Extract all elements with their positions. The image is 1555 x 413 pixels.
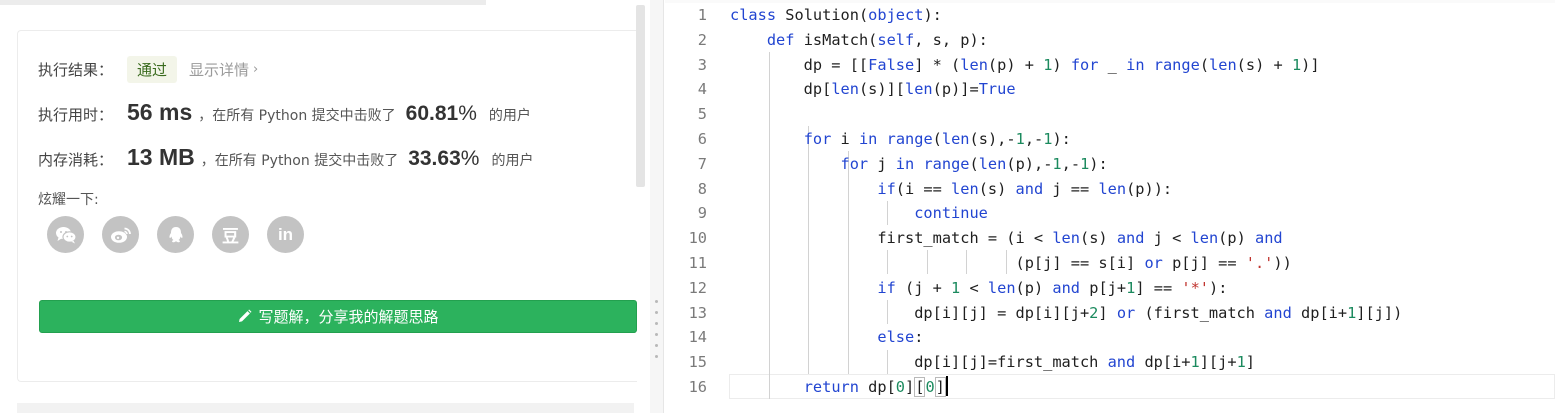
result-row: 执行结果： 通过 显示详情 › [38, 55, 258, 83]
grip-dot [655, 355, 658, 358]
code-line[interactable]: 1 class Solution(object): [665, 3, 1555, 28]
code-text[interactable]: dp[len(s)][len(p)]=True [730, 77, 1016, 102]
line-number: 2 [697, 30, 707, 49]
line-number: 14 [688, 328, 707, 347]
runtime-label: 执行用时： [38, 106, 114, 124]
share-label: 炫耀一下: [38, 192, 99, 208]
grip-dot [655, 300, 658, 303]
linkedin-icon: in [277, 224, 294, 244]
line-number: 10 [688, 229, 707, 248]
memory-middle-text: ，在所有 Python 提交中击败了 [200, 153, 399, 169]
result-label: 执行结果： [38, 60, 114, 79]
runtime-suffix: 的用户 [488, 108, 531, 124]
line-number: 9 [697, 204, 707, 223]
qq-icon [166, 225, 186, 245]
code-line[interactable]: 15 dp[i][j]=first_match and dp[i+1][j+1] [665, 350, 1555, 375]
code-line[interactable]: 4 dp[len(s)][len(p)]=True [665, 77, 1555, 102]
memory-value: 13 MB [127, 144, 195, 170]
memory-percentile: 33.63% [408, 147, 479, 171]
wechat-icon [55, 226, 77, 244]
runtime-percent-number: 60.81 [405, 102, 459, 125]
qq-share-button[interactable] [157, 216, 194, 253]
code-text[interactable]: def isMatch(self, s, p): [730, 28, 988, 53]
grip-dot [655, 344, 658, 347]
code-line[interactable]: 9 continue [665, 201, 1555, 226]
line-number: 7 [697, 154, 707, 173]
memory-percent-number: 33.63 [408, 147, 461, 170]
code-text[interactable]: dp = [[False] * (len(p) + 1) for _ in ra… [730, 53, 1320, 78]
code-text[interactable]: continue [730, 201, 988, 226]
code-line[interactable]: 11 (p[j] == s[i] or p[j] == '.')) [665, 251, 1555, 276]
chevron-right-icon: › [253, 61, 259, 77]
line-number: 5 [697, 105, 707, 124]
panel-resize-handle[interactable] [650, 0, 664, 413]
memory-percent-sign: % [460, 147, 480, 170]
line-number: 1 [697, 6, 707, 24]
text-cursor [945, 376, 948, 396]
show-details-link[interactable]: 显示详情 › [189, 59, 258, 80]
top-divider [0, 0, 486, 5]
memory-row: 内存消耗： 13 MB ，在所有 Python 提交中击败了 33.63% 的用… [38, 144, 533, 171]
memory-label: 内存消耗： [38, 151, 114, 169]
code-text[interactable]: return dp[0][0] [730, 375, 948, 400]
wechat-share-button[interactable] [47, 216, 84, 253]
code-text[interactable]: (p[j] == s[i] or p[j] == '.')) [730, 251, 1291, 276]
line-number: 3 [697, 55, 707, 74]
pencil-icon [237, 309, 252, 324]
memory-suffix: 的用户 [491, 153, 534, 169]
code-text[interactable]: class Solution(object): [730, 3, 942, 28]
code-text[interactable]: dp[i][j]=first_match and dp[i+1][j+1] [730, 350, 1255, 375]
code-text[interactable]: if(i == len(s) and j == len(p)): [730, 177, 1172, 202]
weibo-icon [110, 226, 132, 244]
code-line[interactable]: 16 return dp[0][0] [665, 375, 1555, 400]
code-line[interactable]: 12 if (j + 1 < len(p) and p[j+1] == '*')… [665, 276, 1555, 301]
code-line[interactable]: 3 dp = [[False] * (len(p) + 1) for _ in … [665, 53, 1555, 78]
grip-dot [655, 333, 658, 336]
runtime-percentile: 60.81% [406, 102, 477, 126]
code-line[interactable]: 6 for i in range(len(s),-1,-1): [665, 127, 1555, 152]
line-number: 12 [688, 278, 707, 297]
code-text[interactable]: first_match = (i < len(s) and j < len(p)… [730, 226, 1282, 251]
code-line[interactable]: 7 for j in range(len(p),-1,-1): [665, 152, 1555, 177]
show-details-label: 显示详情 [189, 60, 250, 79]
douban-icon: 豆 [222, 227, 239, 246]
code-line[interactable]: 14 else: [665, 325, 1555, 350]
left-panel-scrollbar[interactable] [636, 5, 645, 187]
line-number: 4 [697, 80, 707, 99]
douban-share-button[interactable]: 豆 [212, 216, 249, 253]
line-number: 11 [688, 254, 707, 272]
code-text[interactable]: for j in range(len(p),-1,-1): [730, 152, 1108, 177]
weibo-share-button[interactable] [102, 216, 139, 253]
code-line[interactable]: 5 [665, 102, 1555, 127]
next-card-edge [17, 403, 634, 413]
code-text[interactable]: if (j + 1 < len(p) and p[j+1] == '*'): [730, 276, 1227, 301]
status-badge: 通过 [127, 55, 178, 83]
grip-dot [655, 322, 658, 325]
code-text[interactable]: dp[i][j] = dp[i][j+2] or (first_match an… [730, 301, 1402, 326]
line-number: 8 [697, 179, 707, 198]
grip-dot [655, 311, 658, 314]
result-panel: 执行结果： 通过 显示详情 › 执行用时： 56 ms ，在所有 Python … [0, 0, 650, 413]
runtime-value: 56 ms [127, 99, 193, 125]
code-line[interactable]: 13 dp[i][j] = dp[i][j+2] or (first_match… [665, 301, 1555, 326]
write-solution-label: 写题解，分享我的解题思路 [258, 308, 439, 326]
code-editor[interactable]: 1 class Solution(object): 2 def isMatch(se… [665, 0, 1555, 413]
code-text[interactable]: else: [730, 325, 923, 350]
write-solution-button[interactable]: 写题解，分享我的解题思路 [39, 300, 637, 333]
runtime-percent-sign: % [458, 102, 477, 125]
code-line[interactable]: 2 def isMatch(self, s, p): [665, 28, 1555, 53]
line-number: 6 [697, 130, 707, 148]
line-number: 15 [688, 353, 707, 372]
runtime-middle-text: ，在所有 Python 提交中击败了 [198, 108, 396, 124]
code-line[interactable]: 10 first_match = (i < len(s) and j < len… [665, 226, 1555, 251]
code-line[interactable]: 8 if(i == len(s) and j == len(p)): [665, 177, 1555, 202]
code-text[interactable]: for i in range(len(s),-1,-1): [730, 127, 1071, 152]
runtime-row: 执行用时： 56 ms ，在所有 Python 提交中击败了 60.81% 的用… [38, 99, 531, 126]
line-number: 16 [688, 378, 707, 396]
line-number: 13 [688, 303, 707, 322]
linkedin-share-button[interactable]: in [267, 216, 304, 253]
